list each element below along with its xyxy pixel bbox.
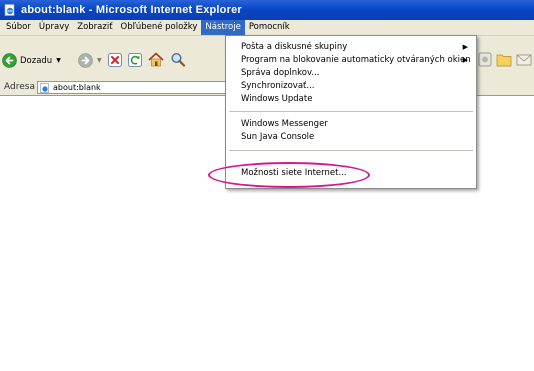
menu-item-java-console[interactable]: Sun Java Console	[226, 131, 476, 144]
menu-item-windows-update[interactable]: Windows Update	[226, 93, 476, 106]
page-icon	[40, 82, 49, 93]
mail-icon	[516, 54, 532, 66]
menu-item-windows-messenger[interactable]: Windows Messenger	[226, 118, 476, 131]
refresh-button[interactable]	[128, 53, 142, 67]
home-icon	[148, 52, 164, 67]
menu-favorites[interactable]: Obľúbené položky	[117, 20, 202, 35]
mail-button[interactable]	[516, 52, 532, 67]
folder-button[interactable]	[496, 52, 512, 67]
address-label: Adresa	[4, 82, 35, 92]
submenu-arrow-icon: ▶	[462, 56, 468, 64]
media-icon	[478, 52, 492, 67]
menu-item-popup-blocker[interactable]: Program na blokovanie automaticky otvára…	[226, 54, 476, 67]
back-dropdown-arrow-icon[interactable]: ▼	[56, 57, 61, 64]
stop-icon	[108, 53, 122, 67]
menu-view[interactable]: Zobraziť	[73, 20, 116, 35]
forward-dropdown-arrow-icon[interactable]: ▼	[97, 57, 102, 64]
search-button[interactable]	[170, 52, 186, 67]
title-bar[interactable]: about:blank - Microsoft Internet Explore…	[0, 0, 534, 20]
menu-item-synchronize[interactable]: Synchronizovať...	[226, 80, 476, 93]
home-button[interactable]	[148, 52, 164, 67]
highlight-ellipse	[208, 162, 370, 188]
back-arrow-icon	[2, 53, 17, 68]
menu-help[interactable]: Pomocník	[245, 20, 294, 35]
menu-bar: Súbor Úpravy Zobraziť Obľúbené položky N…	[0, 20, 534, 36]
forward-arrow-icon	[78, 53, 93, 68]
back-label: Dozadu	[20, 55, 53, 66]
media-button[interactable]	[478, 52, 492, 67]
stop-button[interactable]	[108, 53, 122, 67]
address-value: about:blank	[53, 83, 101, 92]
back-button[interactable]: Dozadu ▼	[2, 53, 61, 68]
submenu-arrow-icon: ▶	[462, 43, 468, 51]
menu-tools[interactable]: Nástroje	[201, 20, 245, 35]
menu-separator	[229, 150, 473, 151]
ie-page-icon	[4, 4, 16, 16]
address-input[interactable]: about:blank	[37, 81, 229, 94]
menu-edit[interactable]: Úpravy	[35, 20, 73, 35]
folder-icon	[496, 54, 512, 67]
window-title: about:blank - Microsoft Internet Explore…	[21, 4, 242, 16]
menu-item-manage-addons[interactable]: Správa doplnkov...	[226, 67, 476, 80]
refresh-icon	[128, 53, 142, 67]
menu-item-mail-news[interactable]: Pošta a diskusné skupiny ▶	[226, 41, 476, 54]
forward-button[interactable]: ▼	[78, 53, 102, 68]
search-icon	[171, 52, 186, 67]
menu-file[interactable]: Súbor	[0, 20, 35, 35]
menu-separator	[229, 111, 473, 112]
